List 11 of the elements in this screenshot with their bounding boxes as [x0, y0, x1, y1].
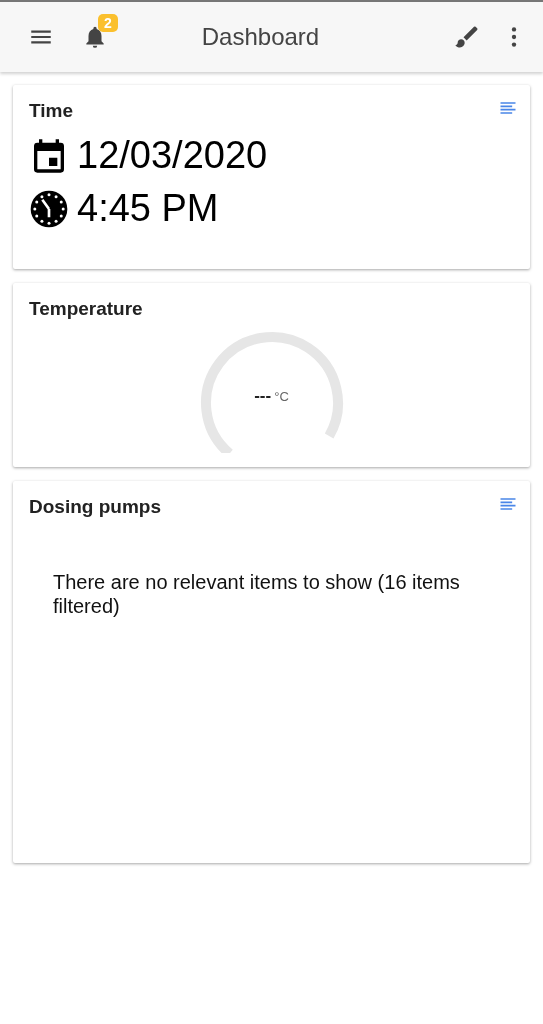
notification-badge: 2 — [98, 14, 118, 32]
empty-message: There are no relevant items to show (16 items filtered) — [53, 570, 461, 618]
card-title: Temperature — [29, 298, 143, 320]
card-title: Dosing pumps — [29, 496, 161, 518]
card-title: Time — [29, 100, 73, 122]
page-title: Dashboard — [200, 23, 321, 51]
clock-icon — [29, 188, 69, 229]
unit-text: °C — [274, 389, 289, 404]
date-text: 12/03/2020 — [77, 134, 268, 177]
gauge-value: --- — [254, 386, 272, 405]
time-text: 4:45 PM — [77, 187, 219, 230]
